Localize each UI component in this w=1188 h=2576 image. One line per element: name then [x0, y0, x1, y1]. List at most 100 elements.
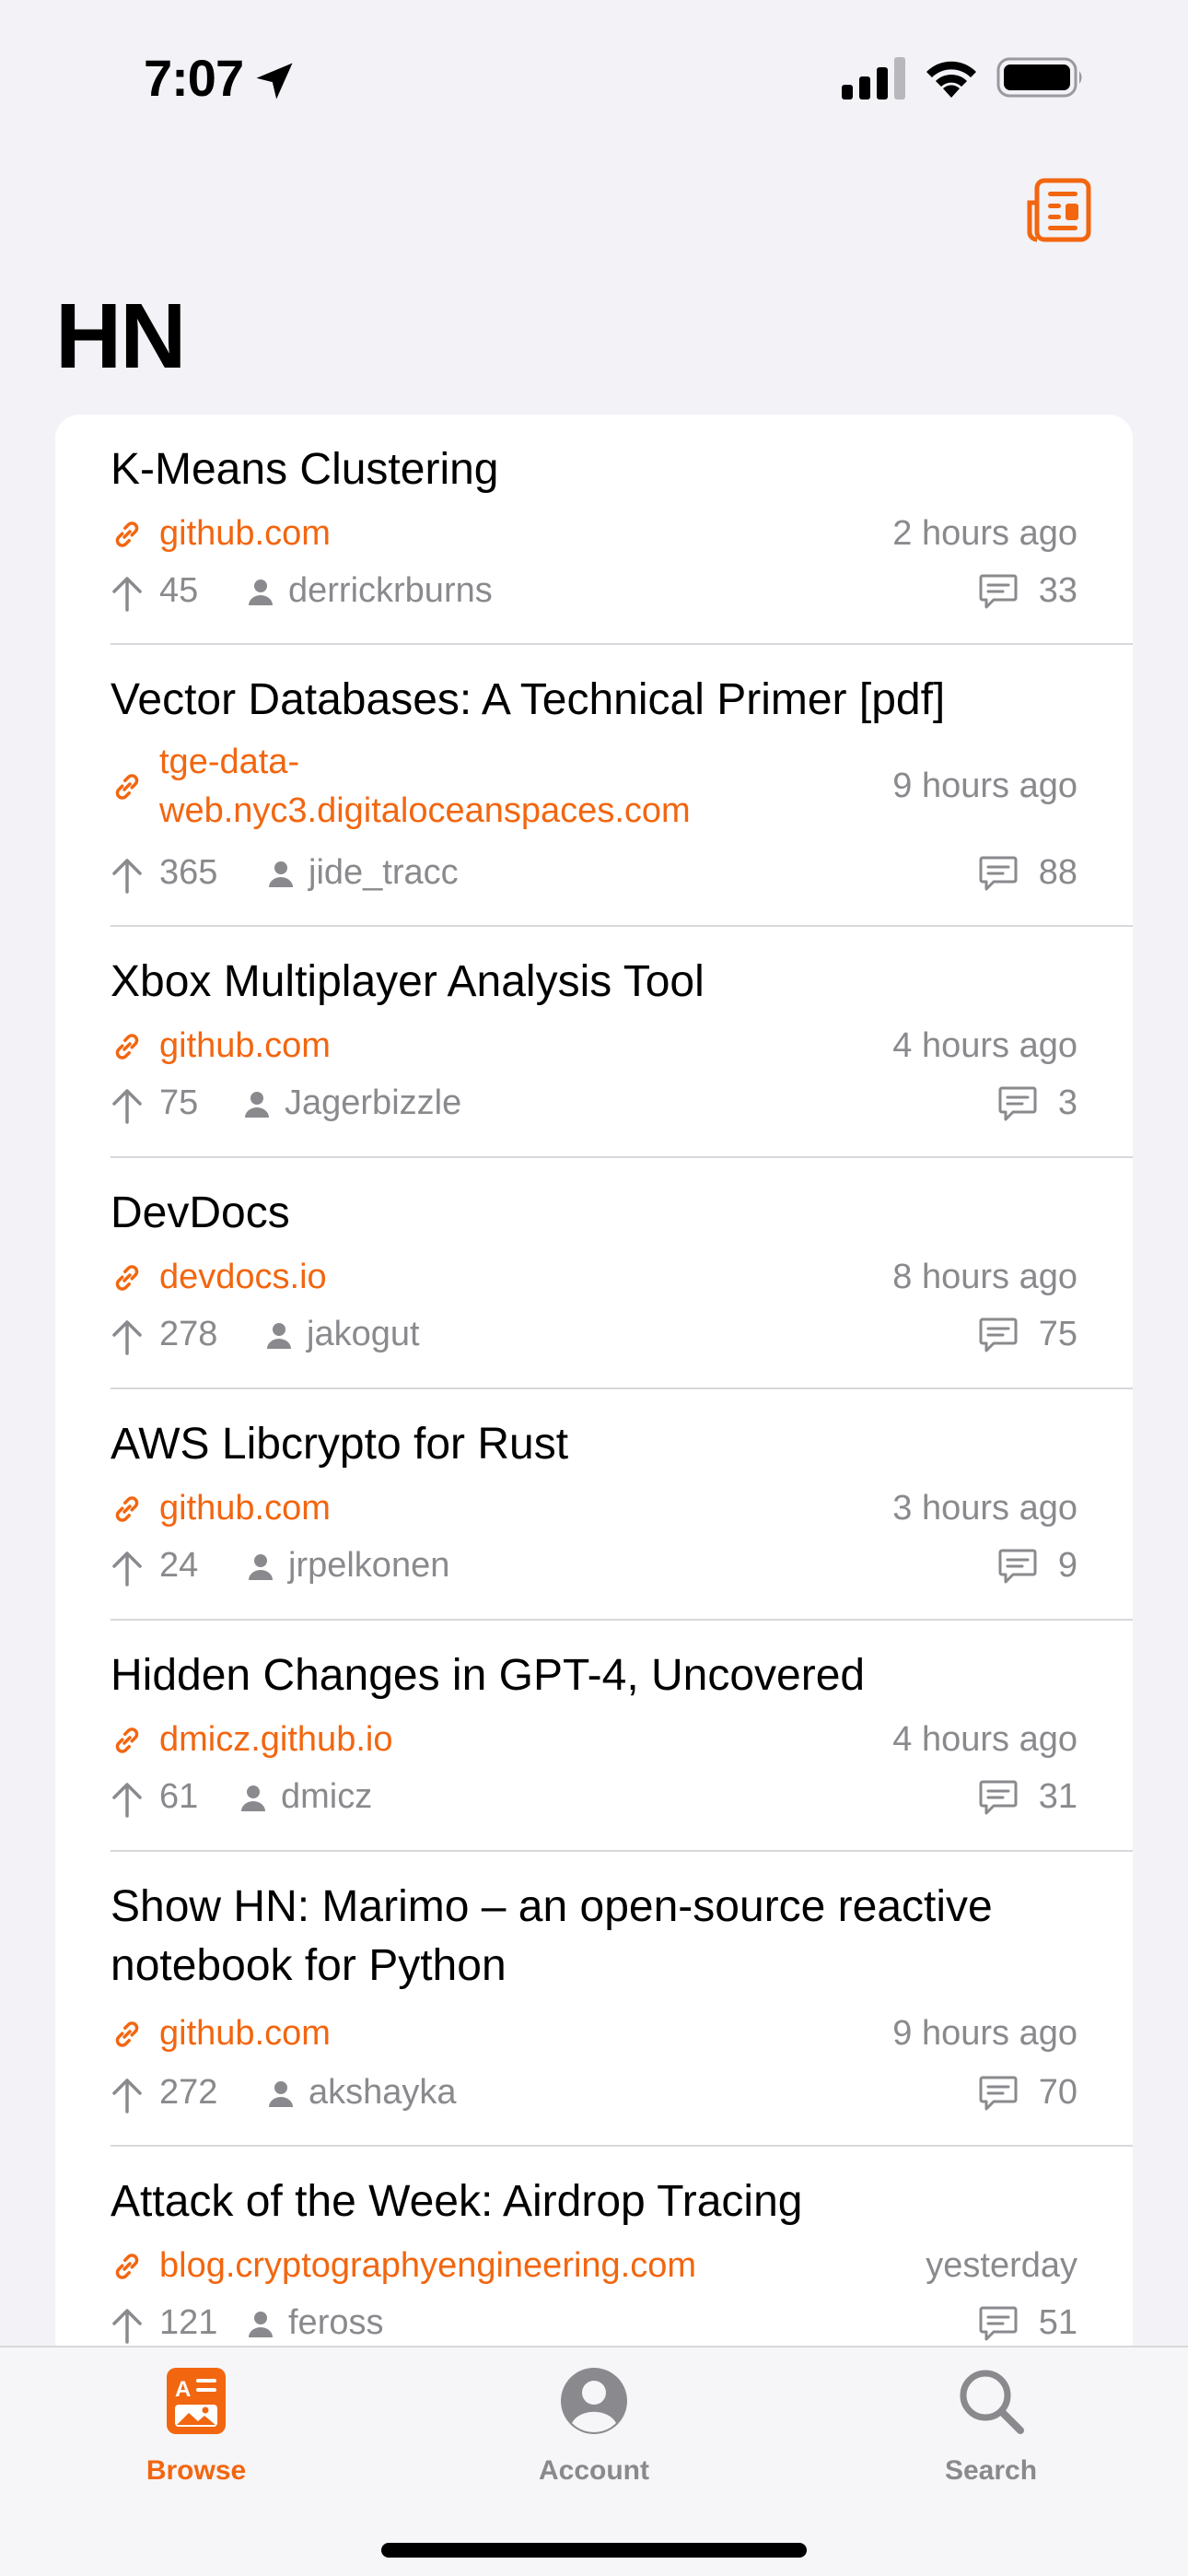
upvote-arrow-icon: [112, 1089, 142, 1124]
story-title: DevDocs: [111, 1188, 290, 1237]
upvote-arrow-icon: [112, 859, 142, 894]
tab-search[interactable]: Search: [864, 2366, 1103, 2504]
story-domain[interactable]: blog.cryptographyengineering.com: [159, 2241, 696, 2290]
story-title: Xbox Multiplayer Analysis Tool: [111, 957, 705, 1006]
story-row[interactable]: DevDocs devdocs.io 8 hours ago 278 jakog…: [55, 1158, 1133, 1389]
story-time: 4 hours ago: [892, 1026, 1077, 1065]
story-meta: 121 feross 51: [111, 2298, 1077, 2348]
story-author[interactable]: Jagerbizzle: [285, 1078, 461, 1128]
comment-bubble-icon: [998, 1549, 1037, 1584]
link-icon: [115, 774, 139, 800]
status-time: 7:07: [144, 49, 244, 107]
user-icon: [267, 1323, 291, 1349]
story-title: K-Means Clustering: [111, 445, 499, 494]
user-icon: [249, 580, 273, 605]
story-comments[interactable]: 70: [1039, 2067, 1077, 2117]
story-time: 2 hours ago: [892, 514, 1077, 553]
story-domain[interactable]: github.com: [159, 509, 331, 558]
tab-bar: A Browse Account Search: [0, 2346, 1188, 2576]
story-author[interactable]: dmicz: [281, 1772, 372, 1821]
user-icon: [269, 2081, 293, 2107]
story-points: 121: [159, 2303, 218, 2342]
comment-bubble-icon: [979, 1317, 1018, 1352]
user-icon: [241, 1786, 265, 1811]
story-row[interactable]: Hidden Changes in GPT-4, Uncovered dmicz…: [55, 1621, 1133, 1852]
story-author[interactable]: feross: [288, 2298, 383, 2348]
comment-bubble-icon: [998, 1086, 1037, 1121]
story-domain[interactable]: dmicz.github.io: [159, 1715, 392, 1764]
story-title-line-2: notebook for Python: [111, 1941, 507, 1990]
story-author[interactable]: jakogut: [307, 1309, 420, 1359]
wifi-icon: [926, 61, 976, 98]
story-row[interactable]: K-Means Clustering github.com 2 hours ag…: [55, 415, 1133, 645]
story-meta: 24 jrpelkonen 9: [111, 1540, 1077, 1590]
tab-browse[interactable]: A Browse: [69, 2366, 309, 2504]
story-points: 272: [159, 2073, 218, 2112]
story-author[interactable]: derrickrburns: [288, 566, 493, 615]
story-points: 278: [159, 1315, 218, 1353]
battery-icon: [996, 57, 1082, 98]
story-title-line-1: Show HN: Marimo – an open-source reactiv…: [111, 1882, 993, 1931]
story-comments[interactable]: 33: [1039, 566, 1077, 615]
story-domain-line-1[interactable]: tge-data-: [159, 737, 299, 787]
svg-text:A: A: [175, 2377, 191, 2402]
tab-label: Browse: [146, 2455, 247, 2486]
story-row[interactable]: Xbox Multiplayer Analysis Tool github.co…: [55, 927, 1133, 1158]
story-points: 45: [159, 571, 199, 610]
story-row[interactable]: Vector Databases: A Technical Primer [pd…: [55, 645, 1133, 927]
cellular-signal-icon: [842, 57, 905, 100]
user-icon: [269, 861, 293, 887]
story-time: 9 hours ago: [892, 767, 1077, 805]
story-time: 9 hours ago: [892, 2014, 1077, 2053]
user-icon: [245, 1092, 269, 1118]
story-domain[interactable]: github.com: [159, 1483, 331, 1533]
story-comments[interactable]: 51: [1039, 2298, 1077, 2348]
story-points: 365: [159, 853, 218, 892]
story-comments[interactable]: 9: [1058, 1540, 1077, 1590]
upvote-arrow-icon: [112, 1551, 142, 1587]
story-author[interactable]: akshayka: [309, 2067, 457, 2117]
story-points: 75: [159, 1083, 199, 1122]
story-title: Hidden Changes in GPT-4, Uncovered: [111, 1651, 866, 1700]
story-meta: 278 jakogut 75: [111, 1309, 1077, 1359]
link-icon: [115, 2021, 139, 2047]
story-author[interactable]: jide_tracc: [309, 848, 459, 897]
story-domain[interactable]: github.com: [159, 1021, 331, 1071]
story-domain-line-2[interactable]: web.nyc3.digitaloceanspaces.com: [159, 786, 691, 836]
comment-bubble-icon: [979, 574, 1018, 609]
story-row[interactable]: Show HN: Marimo – an open-source reactiv…: [55, 1852, 1133, 2147]
link-icon: [115, 1265, 139, 1291]
page-title: HN: [55, 285, 186, 388]
link-icon: [115, 521, 139, 547]
upvote-arrow-icon: [112, 577, 142, 612]
app-screen: 7:07 HN K-Means Clustering github.com 2 …: [0, 0, 1188, 2576]
story-points: 24: [159, 1546, 199, 1585]
story-row[interactable]: Attack of the Week: Airdrop Tracing blog…: [55, 2147, 1133, 2349]
story-list: K-Means Clustering github.com 2 hours ag…: [55, 415, 1133, 2349]
tab-label: Account: [539, 2455, 649, 2486]
story-title: Vector Databases: A Technical Primer [pd…: [111, 675, 946, 724]
user-icon: [249, 2312, 273, 2337]
home-indicator[interactable]: [381, 2543, 807, 2558]
story-meta: 45 derrickrburns 33: [111, 566, 1077, 615]
tab-account[interactable]: Account: [467, 2366, 706, 2504]
story-row[interactable]: AWS Libcrypto for Rust github.com 3 hour…: [55, 1389, 1133, 1621]
link-icon: [115, 1496, 139, 1522]
upvote-arrow-icon: [112, 2078, 142, 2113]
story-comments[interactable]: 31: [1039, 1772, 1077, 1821]
story-meta: 75 Jagerbizzle 3: [111, 1078, 1077, 1128]
story-comments[interactable]: 75: [1039, 1309, 1077, 1359]
story-comments[interactable]: 88: [1039, 848, 1077, 897]
story-title: AWS Libcrypto for Rust: [111, 1420, 569, 1469]
status-bar: 7:07: [0, 0, 1188, 147]
story-author[interactable]: jrpelkonen: [288, 1540, 449, 1590]
story-comments[interactable]: 3: [1058, 1078, 1077, 1128]
newspaper-feed-icon[interactable]: [1024, 175, 1094, 245]
story-domain[interactable]: devdocs.io: [159, 1252, 327, 1302]
search-icon: [960, 2370, 1024, 2434]
story-points: 61: [159, 1777, 199, 1816]
story-meta: 365 jide_tracc 88: [111, 848, 1077, 897]
comment-bubble-icon: [979, 2076, 1018, 2111]
story-domain[interactable]: github.com: [159, 2008, 331, 2058]
story-time: 8 hours ago: [892, 1258, 1077, 1296]
